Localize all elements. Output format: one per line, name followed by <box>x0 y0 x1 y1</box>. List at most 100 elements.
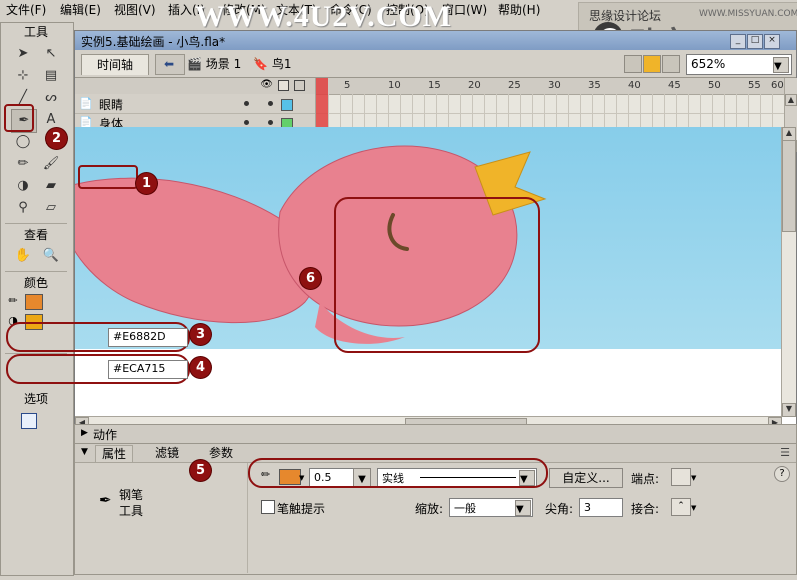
annotation-badge-3: 3 <box>190 324 211 345</box>
free-transform-tool-icon[interactable]: ⊹ <box>11 65 35 87</box>
ruler-tick: 60 <box>771 80 784 91</box>
fill-transform-tool-icon[interactable]: ▤ <box>39 65 63 87</box>
tabbar-icon-group <box>624 55 680 72</box>
tools-options-section-label: 选项 <box>1 391 71 407</box>
pencil-tool-icon[interactable]: ✏ <box>11 153 35 175</box>
scale-dropdown[interactable]: 一般 ▼ <box>449 498 533 517</box>
scale-label: 缩放: <box>415 500 443 517</box>
chevron-right-icon[interactable]: ▶ <box>81 428 88 438</box>
flash-application-window: 文件(F) 编辑(E) 视图(V) 插入(I) 修改(M) 文本(T) 命令(C… <box>0 0 797 580</box>
layer-name-eyes[interactable]: 眼睛 <box>99 96 123 113</box>
layer-row-eyes[interactable]: 📄 眼睛 <box>75 94 315 114</box>
scale-value: 一般 <box>454 500 476 516</box>
stroke-hex-display[interactable]: #E6882D <box>108 328 188 347</box>
custom-stroke-button[interactable]: 自定义... <box>549 468 623 488</box>
arrow-tool-icon[interactable]: ➤ <box>11 43 35 65</box>
menu-item-file[interactable]: 文件(F) <box>2 2 50 18</box>
selected-tool-name-line1: 钢笔 <box>119 487 143 503</box>
ruler-tick: 55 <box>748 80 761 91</box>
ruler-tick: 35 <box>588 80 601 91</box>
zoom-dropdown-arrow-icon[interactable]: ▼ <box>773 57 789 73</box>
layer-visibility-dot[interactable] <box>244 120 249 125</box>
menu-item-edit[interactable]: 编辑(E) <box>56 2 105 18</box>
zoom-tool-icon[interactable]: 🔍 <box>39 245 63 267</box>
oval-tool-icon[interactable]: ◯ <box>11 131 35 153</box>
tools-view-section-label: 查看 <box>1 227 71 243</box>
annotation-badge-5: 5 <box>190 460 211 481</box>
stage-scroll-down-icon[interactable]: ▼ <box>782 403 796 417</box>
eyedropper-tool-icon[interactable]: ⚲ <box>11 197 35 219</box>
join-label: 接合: <box>631 500 659 517</box>
miter-input[interactable]: 3 <box>579 498 623 517</box>
maximize-button[interactable]: □ <box>747 34 763 49</box>
cap-arrow-icon[interactable]: ▼ <box>691 474 696 482</box>
join-arrow-icon[interactable]: ▼ <box>691 504 696 512</box>
document-title: 实例5.基础绘画 - 小鸟.fla* <box>81 33 225 50</box>
paint-bucket-tool-icon[interactable]: ▰ <box>39 175 63 197</box>
hand-tool-icon[interactable]: ✋ <box>11 245 35 267</box>
document-title-bar: 实例5.基础绘画 - 小鸟.fla* _ □ × <box>75 31 796 50</box>
brush-tool-icon[interactable]: 🖌 <box>39 153 63 175</box>
tab-properties[interactable]: 属性 <box>95 445 133 462</box>
menu-item-help[interactable]: 帮助(H) <box>494 2 544 18</box>
pressure-checkbox[interactable] <box>261 500 275 514</box>
subselect-tool-icon[interactable]: ↖ <box>39 43 63 65</box>
annotation-badge-6: 6 <box>300 268 321 289</box>
panel-menu-icon[interactable]: ☰ <box>780 446 790 459</box>
back-arrow-button[interactable]: ⬅ <box>155 54 185 75</box>
layer-visibility-dot[interactable] <box>244 101 249 106</box>
ruler-tick: 30 <box>548 80 561 91</box>
chevron-down-icon[interactable]: ▼ <box>81 447 88 457</box>
annotation-box-bird-head <box>334 197 540 353</box>
stage-vertical-scrollbar[interactable]: ▲ ▼ <box>781 127 796 417</box>
stage-scroll-up-icon[interactable]: ▲ <box>782 127 796 141</box>
scene-edit-icon[interactable] <box>662 55 680 73</box>
stroke-color-row[interactable]: ✏ <box>5 293 67 311</box>
tools-panel-title: 工具 <box>1 23 71 41</box>
cap-style-dropdown[interactable] <box>671 468 691 486</box>
tools-color-section-label: 颜色 <box>1 275 71 291</box>
layer-color-square[interactable] <box>281 99 293 111</box>
option-toggle-button[interactable] <box>21 413 37 429</box>
ink-bottle-tool-icon[interactable]: ◑ <box>11 175 35 197</box>
layer-lock-dot[interactable] <box>268 120 273 125</box>
eye-icon[interactable]: 👁 <box>260 79 273 90</box>
color-wheel-icon[interactable] <box>643 55 661 73</box>
lock-icon[interactable] <box>278 80 289 91</box>
ruler-tick: 40 <box>628 80 641 91</box>
menu-item-view[interactable]: 视图(V) <box>110 2 160 18</box>
scroll-up-arrow-icon[interactable]: ▲ <box>785 94 797 106</box>
stage-vscroll-thumb[interactable] <box>782 140 796 232</box>
scale-arrow-icon[interactable]: ▼ <box>515 500 531 516</box>
ruler-tick: 5 <box>344 80 350 91</box>
minimize-button[interactable]: _ <box>730 34 746 49</box>
eraser-tool-icon[interactable]: ▱ <box>39 197 63 219</box>
selected-tool-name-line2: 工具 <box>119 503 143 519</box>
ruler-tick: 20 <box>468 80 481 91</box>
help-icon[interactable]: ? <box>774 466 790 482</box>
ruler-tick: 25 <box>508 80 521 91</box>
fill-hex-display[interactable]: #ECA715 <box>108 360 188 379</box>
annotation-badge-2: 2 <box>46 128 67 149</box>
lasso-tool-icon[interactable]: ᔕ <box>39 87 63 109</box>
actions-panel-header[interactable]: ▶ 动作 <box>74 424 797 444</box>
tab-parameters[interactable]: 参数 <box>203 445 239 461</box>
scene-label[interactable]: 场景 1 <box>206 57 241 71</box>
scene-icon: 🎬 <box>187 57 202 71</box>
layer-lock-dot[interactable] <box>268 101 273 106</box>
annotation-box-pen-tool <box>4 104 34 132</box>
tab-filters[interactable]: 滤镜 <box>149 445 185 461</box>
selected-tool-name: 钢笔 工具 <box>119 487 143 519</box>
annotation-badge-1: 1 <box>136 173 157 194</box>
symbol-label[interactable]: 鸟1 <box>272 57 292 71</box>
annotation-box-stroke-settings <box>248 458 548 488</box>
ruler-tick: 10 <box>388 80 401 91</box>
stroke-color-swatch[interactable] <box>25 294 43 310</box>
zoom-level-field[interactable]: 652% ▼ <box>686 54 792 75</box>
tab-timeline[interactable]: 时间轴 <box>81 54 149 75</box>
print-icon[interactable] <box>624 55 642 73</box>
join-style-dropdown[interactable]: ⌃ <box>671 498 691 516</box>
outline-icon[interactable] <box>294 80 305 91</box>
close-button[interactable]: × <box>764 34 780 49</box>
symbol-icon: 🔖 <box>253 57 268 71</box>
